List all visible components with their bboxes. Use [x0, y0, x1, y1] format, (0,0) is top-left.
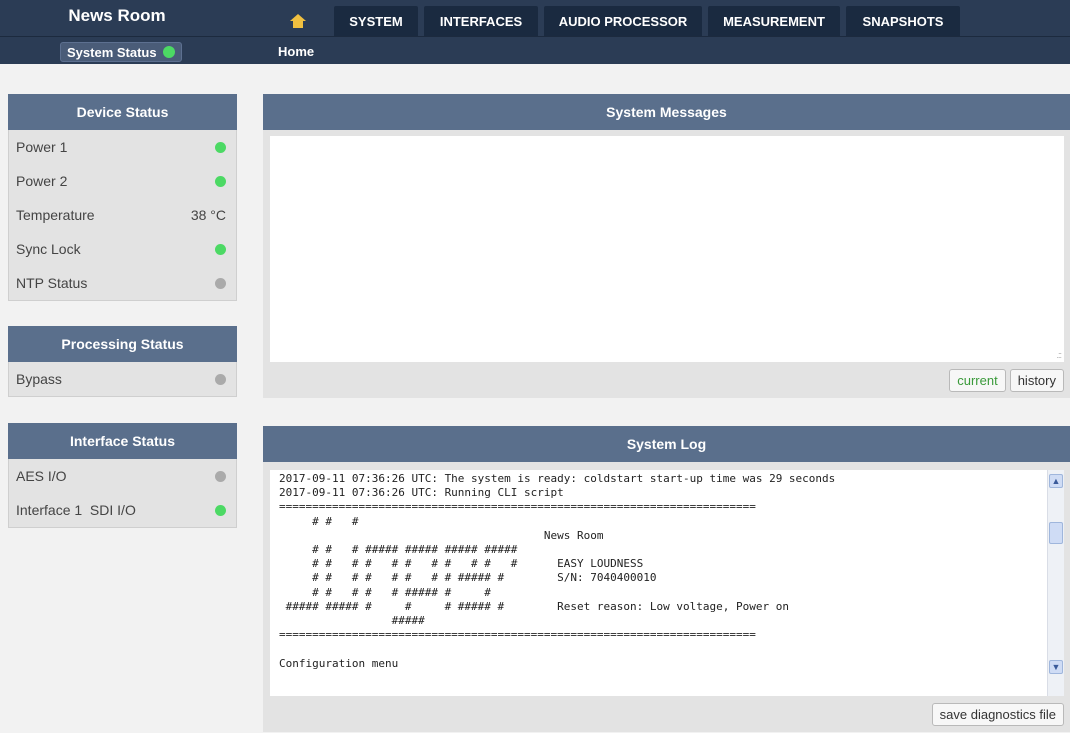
- status-row-power-1: Power 1: [9, 130, 236, 164]
- status-label: AES I/O: [16, 468, 67, 484]
- status-label: Power 1: [16, 139, 68, 155]
- status-row-bypass: Bypass: [9, 362, 236, 396]
- system-log-textarea[interactable]: 2017-09-11 07:36:26 UTC: The system is r…: [270, 470, 1064, 696]
- sync-lock-led: [215, 243, 226, 255]
- system-log-panel: System Log 2017-09-11 07:36:26 UTC: The …: [263, 426, 1070, 732]
- breadcrumb[interactable]: Home: [278, 44, 314, 59]
- status-label: Bypass: [16, 371, 62, 387]
- status-label: NTP Status: [16, 275, 88, 291]
- system-status-label: System Status: [67, 44, 157, 60]
- system-messages-textarea[interactable]: .::: [270, 136, 1064, 362]
- status-label: Sync Lock: [16, 241, 81, 257]
- system-status-led: [162, 46, 175, 58]
- history-button[interactable]: history: [1009, 369, 1064, 392]
- system-log-title: System Log: [263, 426, 1070, 462]
- scroll-up-icon[interactable]: ▲: [1049, 474, 1063, 488]
- save-diagnostics-button[interactable]: save diagnostics file: [931, 703, 1064, 726]
- tab-audio-processor[interactable]: AUDIO PROCESSOR: [544, 6, 702, 36]
- status-label: Temperature: [16, 207, 95, 223]
- scroll-thumb[interactable]: [1049, 522, 1063, 544]
- status-row-temperature: Temperature 38 °C: [9, 198, 236, 232]
- system-messages-title: System Messages: [263, 94, 1070, 130]
- temperature-value: 38 °C: [190, 207, 226, 223]
- status-label: Power 2: [16, 173, 68, 189]
- ntp-status-led: [215, 277, 226, 289]
- system-status-button[interactable]: System Status: [60, 42, 182, 62]
- interface-status-title: Interface Status: [8, 423, 237, 459]
- processing-status-panel: Processing Status Bypass: [8, 326, 237, 397]
- interface-status-panel: Interface Status AES I/O Interface 1 SDI…: [8, 423, 237, 528]
- device-status-panel: Device Status Power 1 Power 2 Temperatur…: [8, 94, 237, 301]
- system-messages-panel: System Messages .:: current history: [263, 94, 1070, 398]
- current-button[interactable]: current: [949, 369, 1006, 392]
- tab-home[interactable]: [268, 6, 328, 36]
- tab-system[interactable]: SYSTEM: [334, 6, 418, 36]
- resize-grip-icon[interactable]: .::: [1056, 350, 1061, 360]
- sdi-io-led: [215, 504, 226, 516]
- status-row-aes-io: AES I/O: [9, 459, 236, 493]
- status-row-sync-lock: Sync Lock: [9, 232, 236, 266]
- power-2-led: [215, 175, 226, 187]
- system-log-text: 2017-09-11 07:36:26 UTC: The system is r…: [279, 472, 836, 670]
- home-icon: [290, 14, 306, 28]
- status-row-ntp: NTP Status: [9, 266, 236, 300]
- tab-snapshots[interactable]: SNAPSHOTS: [846, 6, 960, 36]
- scroll-down-icon[interactable]: ▼: [1049, 660, 1063, 674]
- tab-interfaces[interactable]: INTERFACES: [424, 6, 538, 36]
- main-nav: SYSTEM INTERFACES AUDIO PROCESSOR MEASUR…: [268, 6, 960, 36]
- bypass-led: [215, 373, 226, 385]
- device-name: News Room: [68, 6, 166, 25]
- status-row-power-2: Power 2: [9, 164, 236, 198]
- device-status-title: Device Status: [8, 94, 237, 130]
- aes-io-led: [215, 470, 226, 482]
- power-1-led: [215, 141, 226, 153]
- processing-status-title: Processing Status: [8, 326, 237, 362]
- tab-measurement[interactable]: MEASUREMENT: [708, 6, 840, 36]
- status-label: Interface 1 SDI I/O: [16, 502, 136, 518]
- log-scrollbar[interactable]: ▲ ▼: [1047, 470, 1064, 696]
- status-row-sdi-io: Interface 1 SDI I/O: [9, 493, 236, 527]
